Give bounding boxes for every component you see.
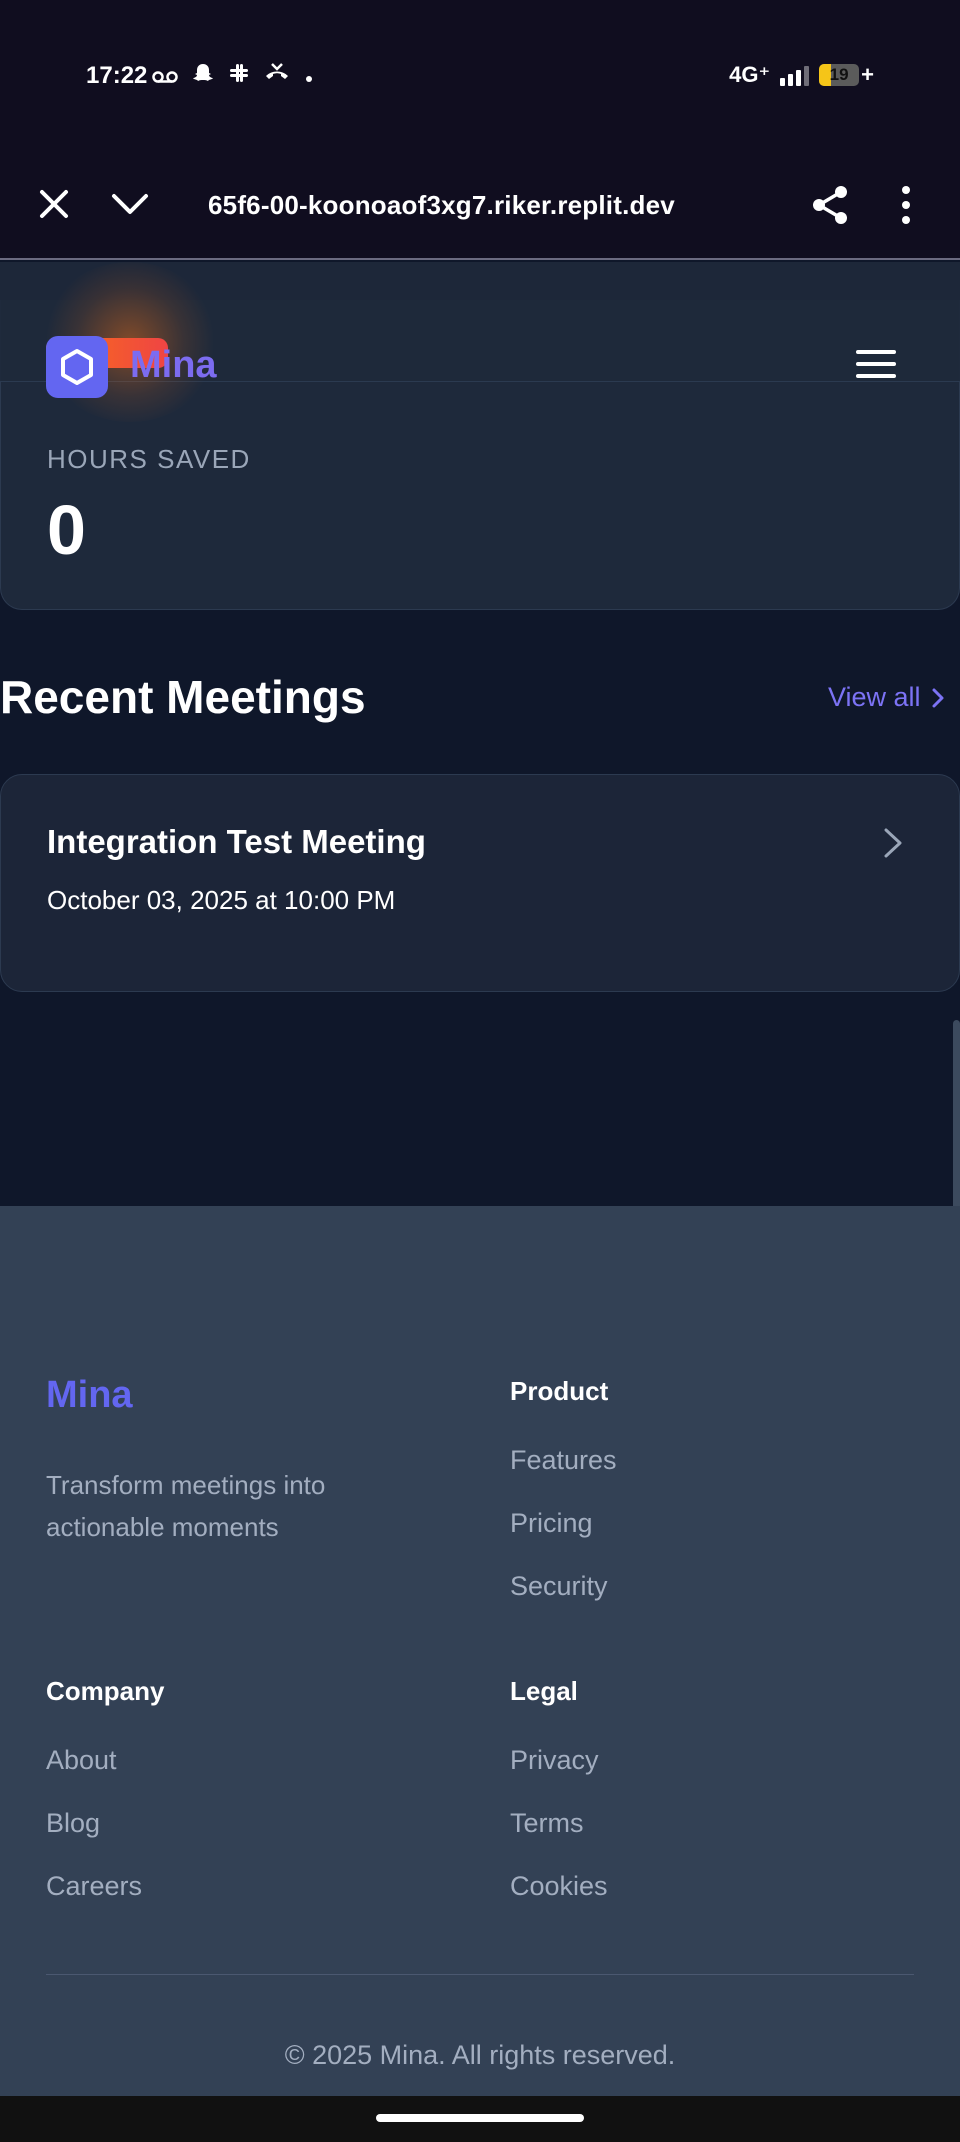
more-options-button[interactable]: [898, 184, 914, 226]
menu-line: [856, 374, 896, 378]
snapchat-icon: [192, 62, 214, 91]
meeting-title: Integration Test Meeting: [47, 823, 426, 860]
url-text[interactable]: 65f6-00-koonoaof3xg7.riker.replit.dev: [208, 190, 675, 221]
footer-link-terms[interactable]: Terms: [510, 1808, 608, 1839]
chevron-down-icon: [112, 194, 148, 214]
menu-line: [856, 350, 896, 354]
close-icon: [40, 190, 68, 218]
logo-hexagon-icon[interactable]: [46, 336, 108, 398]
close-tab-button[interactable]: [36, 186, 72, 222]
signal-icon: [780, 64, 810, 86]
footer-heading-legal: Legal: [510, 1676, 578, 1706]
chevron-right-icon: [884, 828, 902, 858]
footer-brand[interactable]: Mina: [46, 1374, 133, 1417]
footer-divider: [46, 1974, 914, 1975]
dot-icon: [304, 63, 314, 91]
footer-link-pricing[interactable]: Pricing: [510, 1508, 617, 1539]
battery-level: 19: [829, 65, 849, 84]
share-button[interactable]: [810, 184, 850, 226]
more-vert-icon: [902, 186, 910, 224]
stat-value: 0: [47, 491, 86, 569]
hamburger-menu-button[interactable]: [856, 350, 896, 382]
notification-icons: [152, 62, 314, 91]
menu-line: [856, 362, 896, 366]
footer-copyright: © 2025 Mina. All rights reserved.: [284, 2040, 676, 2070]
view-all-label: View all: [828, 682, 921, 712]
chevron-right-icon: [932, 688, 944, 707]
footer-column-product: Product Features Pricing Security: [510, 1376, 617, 1634]
app-header: Mina: [0, 262, 960, 422]
minimize-button[interactable]: [110, 188, 150, 220]
slack-icon: [228, 62, 250, 91]
browser-toolbar: 65f6-00-koonoaof3xg7.riker.replit.dev: [0, 150, 960, 260]
view-all-link[interactable]: View all: [828, 682, 945, 713]
footer-link-about[interactable]: About: [46, 1745, 164, 1776]
footer-link-cookies[interactable]: Cookies: [510, 1871, 608, 1902]
footer-link-careers[interactable]: Careers: [46, 1871, 164, 1902]
recent-meetings-heading: Recent Meetings: [0, 671, 366, 723]
footer-column-company: Company About Blog Careers: [46, 1676, 164, 1934]
charging-indicator: +: [861, 62, 874, 87]
system-status-bar: 17:22 4G⁺ 19 +: [0, 0, 960, 150]
footer-tagline: Transform meetings into actionable momen…: [46, 1470, 326, 1542]
footer-heading-product: Product: [510, 1376, 609, 1406]
home-gesture-handle[interactable]: [376, 2114, 584, 2122]
meeting-date: October 03, 2025 at 10:00 PM: [47, 885, 396, 915]
footer-heading-company: Company: [46, 1676, 165, 1706]
voicemail-icon: [152, 63, 178, 91]
share-icon: [813, 186, 847, 224]
status-time: 17:22: [86, 62, 148, 89]
network-type: 4G⁺: [729, 62, 771, 87]
footer-link-blog[interactable]: Blog: [46, 1808, 164, 1839]
footer-link-privacy[interactable]: Privacy: [510, 1745, 608, 1776]
footer-column-legal: Legal Privacy Terms Cookies: [510, 1676, 608, 1934]
footer-link-security[interactable]: Security: [510, 1571, 617, 1602]
missed-call-icon: [264, 62, 290, 91]
brand-name[interactable]: Mina: [130, 344, 217, 387]
battery-icon: 19: [819, 64, 860, 86]
meeting-card[interactable]: Integration Test Meeting October 03, 202…: [0, 774, 960, 992]
system-indicators: 4G⁺ 19 +: [729, 62, 874, 88]
footer-link-features[interactable]: Features: [510, 1445, 617, 1476]
site-footer: Mina Transform meetings into actionable …: [0, 1206, 960, 2096]
system-navigation-bar: [0, 2096, 960, 2142]
stat-label: HOURS SAVED: [47, 444, 251, 474]
